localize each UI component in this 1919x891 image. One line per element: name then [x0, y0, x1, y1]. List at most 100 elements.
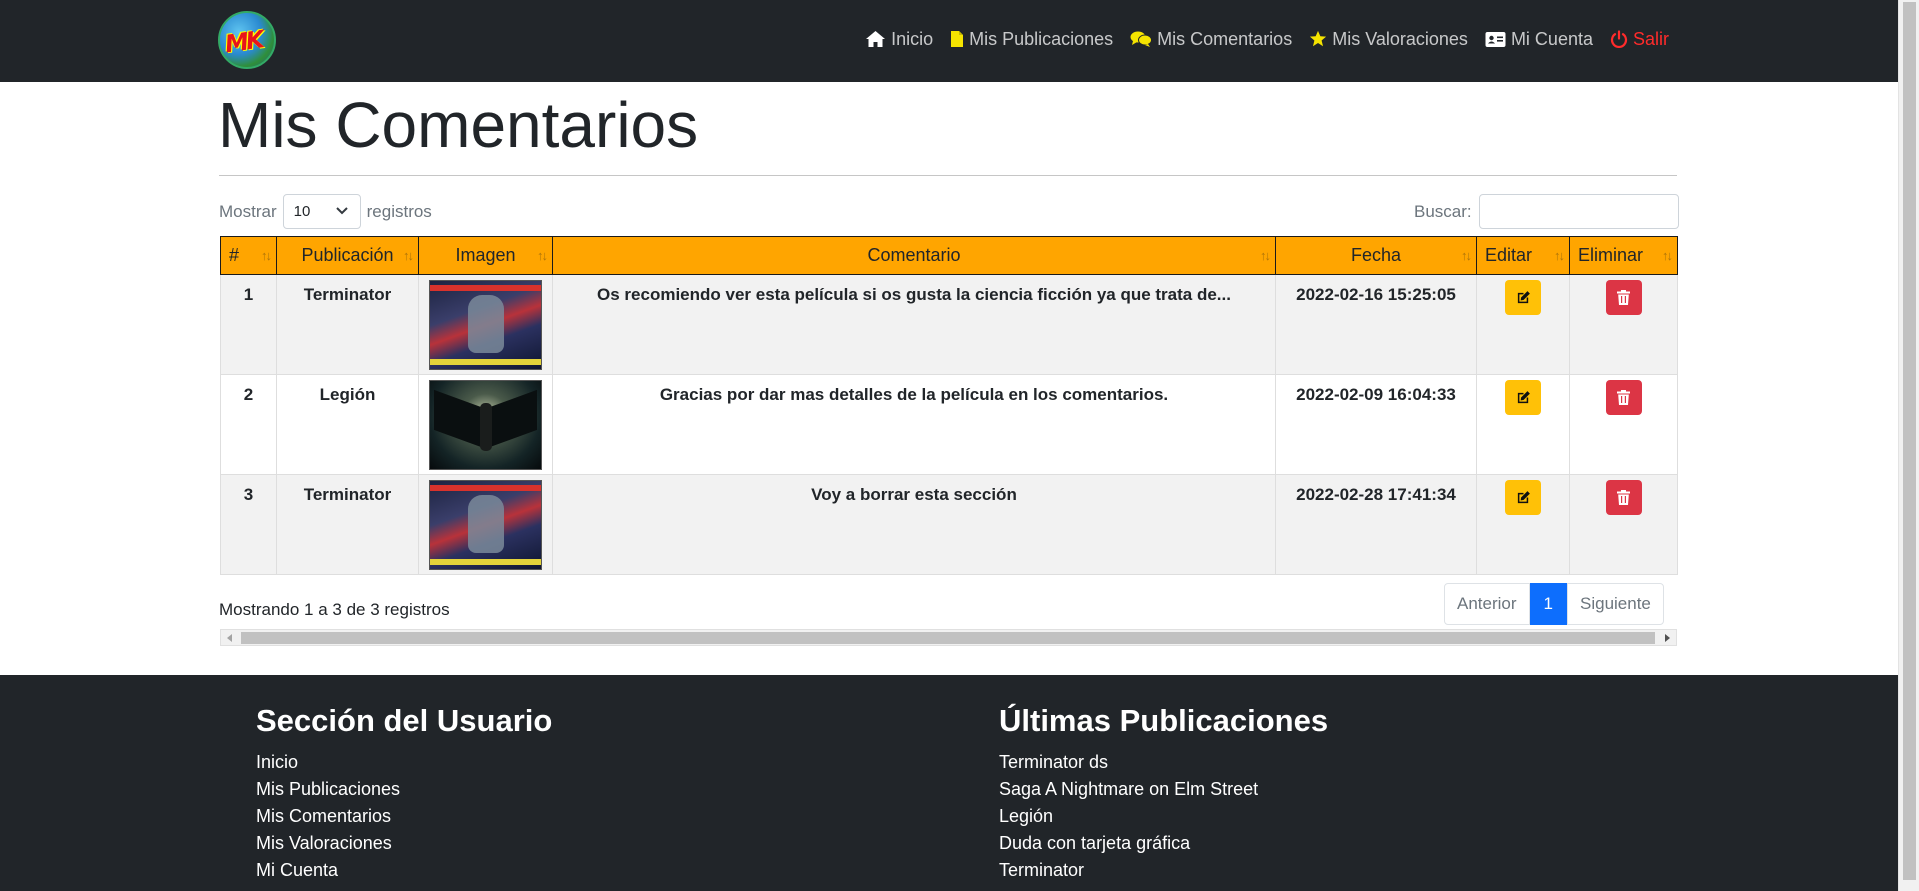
cell-imagen	[418, 274, 553, 375]
nav-mis-comentarios[interactable]: Mis Comentarios	[1130, 29, 1292, 50]
cell-publicacion: Terminator	[276, 274, 419, 375]
col-header-comentario[interactable]: Comentario ↑↓	[552, 236, 1276, 275]
sort-icon: ↑↓	[1461, 248, 1472, 263]
table-horizontal-scrollbar[interactable]	[220, 629, 1677, 646]
cell-comentario: Os recomiendo ver esta película si os gu…	[552, 274, 1276, 375]
cell-num: 3	[220, 474, 277, 575]
file-icon	[951, 31, 964, 47]
footer-post-link[interactable]: Terminator	[999, 857, 1328, 884]
main-nav: Inicio Mis Publicaciones Mis Comentarios…	[848, 0, 1669, 78]
site-logo[interactable]: MK	[218, 11, 276, 69]
edit-button[interactable]	[1505, 380, 1541, 415]
page-scrollbar-thumb[interactable]	[1903, 2, 1916, 880]
col-header-publicacion[interactable]: Publicación ↑↓	[276, 236, 419, 275]
sort-icon: ↑↓	[1260, 248, 1271, 263]
next-page-button[interactable]: Siguiente	[1567, 583, 1664, 625]
comments-icon	[1130, 31, 1153, 47]
sort-icon: ↑↓	[1662, 248, 1673, 263]
cell-num: 2	[220, 374, 277, 475]
page-length-value: 10	[293, 203, 311, 220]
nav-mis-valoraciones[interactable]: Mis Valoraciones	[1309, 29, 1468, 50]
page-length-select[interactable]: 10	[282, 194, 361, 229]
cell-editar	[1476, 374, 1570, 475]
show-label: Mostrar	[219, 201, 277, 221]
nav-inicio-label: Inicio	[891, 28, 934, 49]
search-input[interactable]	[1478, 194, 1679, 229]
col-header-editar[interactable]: Editar ↑↓	[1476, 236, 1570, 275]
footer-post-link[interactable]: Legión	[999, 803, 1328, 830]
cell-num: 1	[220, 274, 277, 375]
cell-imagen	[418, 374, 553, 475]
footer-user-section-title: Sección del Usuario	[256, 703, 553, 738]
delete-button[interactable]	[1605, 280, 1642, 315]
table-header-row: # ↑↓ Publicación ↑↓ Imagen ↑↓ Comentario ↑↓ …	[220, 236, 1678, 275]
sort-icon: ↑↓	[1554, 248, 1565, 263]
table-search: Buscar:	[1414, 194, 1679, 229]
scroll-right-arrow-icon[interactable]	[1665, 634, 1670, 642]
footer-link-mis-comentarios[interactable]: Mis Comentarios	[256, 803, 552, 830]
delete-button[interactable]	[1605, 380, 1642, 415]
footer-post-link[interactable]: Saga A Nightmare on Elm Street	[999, 776, 1328, 803]
table-row: 2 Legión Gracias por dar mas detalles de…	[220, 374, 1678, 475]
sort-icon: ↑↓	[261, 248, 272, 263]
terminator-poster-image	[429, 280, 542, 370]
nav-mis-valoraciones-label: Mis Valoraciones	[1332, 28, 1468, 49]
cell-imagen	[418, 474, 553, 575]
top-navbar: MK Inicio Mis Publicaciones Mis Comentar…	[0, 0, 1898, 82]
footer-link-mis-publicaciones[interactable]: Mis Publicaciones	[256, 776, 552, 803]
comments-table: # ↑↓ Publicación ↑↓ Imagen ↑↓ Comentario ↑↓ …	[220, 236, 1678, 575]
edit-button[interactable]	[1505, 480, 1541, 515]
table-row: 3 Terminator Voy a borrar esta sección 2…	[220, 474, 1678, 575]
sort-icon: ↑↓	[537, 248, 548, 263]
home-icon	[866, 31, 886, 47]
col-header-imagen[interactable]: Imagen ↑↓	[418, 236, 553, 275]
cell-editar	[1476, 274, 1570, 375]
cell-fecha: 2022-02-09 16:04:33	[1275, 374, 1477, 475]
footer-post-link[interactable]: Terminator ds	[999, 749, 1328, 776]
cell-eliminar	[1569, 374, 1678, 475]
previous-page-button[interactable]: Anterior	[1444, 583, 1530, 625]
star-icon	[1310, 30, 1327, 47]
trash-icon	[1617, 490, 1630, 505]
delete-button[interactable]	[1605, 480, 1642, 515]
page-1-button[interactable]: 1	[1529, 583, 1567, 625]
scroll-left-arrow-icon[interactable]	[227, 634, 232, 642]
nav-salir-label: Salir	[1632, 28, 1669, 49]
site-footer: Sección del Usuario Inicio Mis Publicaci…	[0, 675, 1898, 891]
page-vertical-scrollbar[interactable]	[1898, 0, 1919, 891]
chevron-down-icon	[335, 207, 348, 215]
col-header-eliminar[interactable]: Eliminar ↑↓	[1569, 236, 1678, 275]
nav-mis-publicaciones[interactable]: Mis Publicaciones	[950, 29, 1113, 50]
page-title: Mis Comentarios	[218, 89, 699, 161]
nav-mi-cuenta-label: Mi Cuenta	[1510, 28, 1593, 49]
scrollbar-thumb[interactable]	[241, 632, 1655, 644]
sort-icon: ↑↓	[403, 248, 414, 263]
id-card-icon	[1485, 31, 1506, 47]
nav-salir[interactable]: Salir	[1610, 29, 1669, 50]
nav-inicio[interactable]: Inicio	[865, 29, 933, 50]
edit-button[interactable]	[1505, 280, 1541, 315]
footer-link-inicio[interactable]: Inicio	[256, 749, 552, 776]
nav-mis-publicaciones-label: Mis Publicaciones	[969, 28, 1114, 49]
col-header-fecha[interactable]: Fecha ↑↓	[1275, 236, 1477, 275]
table-info: Mostrando 1 a 3 de 3 registros	[219, 600, 450, 619]
cell-fecha: 2022-02-28 17:41:34	[1275, 474, 1477, 575]
trash-icon	[1617, 290, 1630, 305]
footer-post-link[interactable]: Duda con tarjeta gráfica	[999, 830, 1328, 857]
cell-editar	[1476, 474, 1570, 575]
power-icon	[1610, 30, 1628, 48]
footer-user-section: Sección del Usuario Inicio Mis Publicaci…	[256, 703, 552, 884]
title-divider	[219, 175, 1677, 176]
edit-icon	[1517, 391, 1530, 404]
nav-mi-cuenta[interactable]: Mi Cuenta	[1485, 29, 1593, 50]
footer-latest-posts: Últimas Publicaciones Terminator ds Saga…	[999, 703, 1328, 884]
nav-mis-comentarios-label: Mis Comentarios	[1157, 28, 1293, 49]
terminator-poster-image	[429, 480, 542, 570]
footer-link-mis-valoraciones[interactable]: Mis Valoraciones	[256, 830, 552, 857]
footer-latest-posts-title: Últimas Publicaciones	[999, 703, 1329, 738]
cell-publicacion: Legión	[276, 374, 419, 475]
table-row: 1 Terminator Os recomiendo ver esta pelí…	[220, 274, 1678, 375]
footer-link-mi-cuenta[interactable]: Mi Cuenta	[256, 857, 552, 884]
cell-eliminar	[1569, 474, 1678, 575]
col-header-num[interactable]: # ↑↓	[220, 236, 277, 275]
